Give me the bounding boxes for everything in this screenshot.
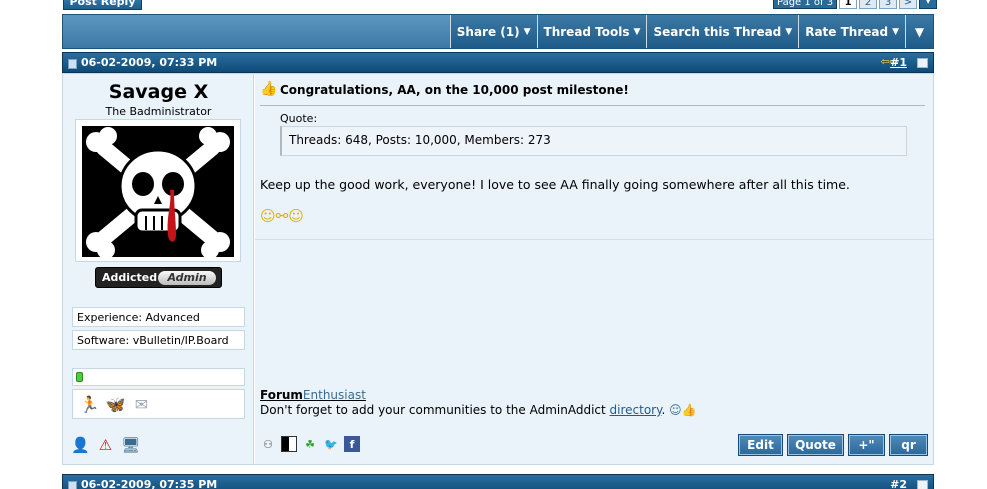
technorati-icon[interactable]: ☘: [302, 436, 318, 452]
signature-title-bold: Forum: [260, 388, 303, 402]
page-jump-dropdown[interactable]: ▾: [919, 0, 938, 9]
avatar[interactable]: [75, 119, 241, 262]
next-post-date: 06-02-2009, 07:35 PM: [81, 478, 218, 489]
social-share-icons: ⚇ ☘ 🐦 f: [260, 436, 360, 452]
next-post-header: 06-02-2009, 07:35 PM #2: [62, 474, 934, 489]
user-info-panel: Savage X The Badministrator Addicted Adm…: [63, 74, 254, 464]
smiley-thumbs-up-icon: ☺👍: [669, 403, 697, 417]
chevron-down-icon: ▼: [633, 26, 641, 37]
thread-tools-menu[interactable]: Thread Tools ▼: [536, 15, 647, 48]
skype-icon[interactable]: ✉: [132, 395, 151, 414]
aim-icon[interactable]: 🏃: [80, 395, 100, 414]
quick-reply-button[interactable]: qr: [889, 434, 928, 456]
instant-messengers: 🏃 🦋 ✉: [72, 389, 245, 419]
skull-crossbones-icon: [82, 126, 234, 257]
next-post-select-checkbox[interactable]: [917, 480, 928, 489]
page-2-link[interactable]: 2: [859, 0, 878, 9]
experience-field: Experience: Advanced: [72, 307, 245, 327]
page-1-link[interactable]: 1: [839, 0, 858, 9]
post-title-text: Congratulations, AA, on the 10,000 post …: [280, 82, 629, 97]
software-field: Software: vBulletin/IP.Board: [72, 330, 245, 350]
multiquote-button[interactable]: +": [848, 434, 885, 456]
thread-toolbar: Share (1) ▼ Thread Tools ▼ Search this T…: [62, 14, 934, 49]
post-select-checkbox[interactable]: [917, 58, 928, 68]
page-navigation: Page 1 of 3 1 2 3 > ▾: [773, 0, 938, 9]
rank-badge: Addicted Admin: [95, 267, 222, 288]
rate-thread-label: Rate Thread: [805, 24, 889, 39]
share-label: Share (1): [456, 24, 520, 39]
post-reply-button[interactable]: Post Reply: [63, 0, 142, 10]
rank-label: Addicted: [102, 271, 158, 284]
post-number-link[interactable]: #1: [890, 56, 907, 69]
user-title: The Badministrator: [105, 105, 212, 118]
reputation-bar: [76, 372, 83, 382]
skull-avatar-image: [82, 126, 234, 257]
quote-box: Threads: 648, Posts: 10,000, Members: 27…: [280, 126, 907, 156]
chevron-down-icon: ▼: [892, 26, 899, 37]
quote-button[interactable]: Quote: [787, 434, 844, 456]
document-icon: [68, 481, 77, 489]
signature-line: Don't forget to add your communities to …: [260, 403, 697, 417]
reputation-box: [72, 368, 245, 386]
facebook-icon[interactable]: f: [344, 436, 360, 452]
directory-link[interactable]: directory: [610, 403, 662, 417]
thumbs-up-icon: 👍: [260, 81, 278, 97]
next-post-number-link[interactable]: #2: [890, 478, 907, 489]
display-modes-menu[interactable]: ▼: [905, 15, 933, 48]
report-post-icon[interactable]: ⚠: [99, 436, 112, 454]
quote-label: Quote:: [280, 112, 318, 125]
share-menu[interactable]: Share (1) ▼: [449, 15, 537, 48]
page-3-link[interactable]: 3: [879, 0, 898, 9]
signature-text: Don't forget to add your communities to …: [260, 403, 610, 417]
post-body: Savage X The Badministrator Addicted Adm…: [62, 73, 934, 465]
thread-tools-label: Thread Tools: [543, 24, 630, 39]
title-divider: [260, 105, 925, 106]
post-header: 06-02-2009, 07:33 PM ⇦⇨ #1: [62, 52, 934, 73]
document-icon: [68, 59, 77, 69]
online-status-icon: 👤: [71, 436, 90, 454]
next-page-link[interactable]: >: [899, 0, 918, 9]
twitter-icon[interactable]: 🐦: [323, 436, 339, 452]
signature-title-rest: Enthusiast: [302, 388, 366, 402]
post-date: 06-02-2009, 07:33 PM: [81, 56, 218, 69]
edit-button[interactable]: Edit: [738, 434, 783, 456]
username[interactable]: Savage X: [63, 81, 254, 103]
signature: ForumEnthusiast Don't forget to add your…: [260, 388, 697, 417]
rate-thread-menu[interactable]: Rate Thread ▼: [798, 15, 905, 48]
chevron-down-icon: ▼: [914, 24, 925, 39]
page-label: Page 1 of 3: [773, 0, 838, 9]
msn-icon[interactable]: 🦋: [106, 395, 126, 414]
search-thread-menu[interactable]: Search this Thread ▼: [646, 15, 799, 48]
chevron-down-icon: ▼: [785, 26, 793, 37]
delicious-icon[interactable]: [281, 436, 297, 452]
user-status-icons: 👤 ⚠ 🖥: [71, 436, 140, 454]
search-thread-label: Search this Thread: [653, 24, 782, 39]
digg-icon[interactable]: ⚇: [260, 436, 276, 452]
post-actions: Edit Quote +" qr: [738, 434, 928, 456]
signature-end: .: [661, 403, 666, 417]
ip-address-icon[interactable]: 🖥: [121, 436, 140, 454]
rank-role: Admin: [158, 271, 216, 285]
chevron-down-icon: ▼: [523, 26, 531, 37]
signature-title: ForumEnthusiast: [260, 388, 697, 402]
post-content: 👍 Congratulations, AA, on the 10,000 pos…: [255, 74, 933, 464]
post-title: 👍 Congratulations, AA, on the 10,000 pos…: [260, 82, 629, 97]
post-message: Keep up the good work, everyone! I love …: [260, 177, 850, 192]
content-divider: [255, 239, 933, 240]
smilies-icon: ☺⚯☺: [260, 207, 304, 225]
